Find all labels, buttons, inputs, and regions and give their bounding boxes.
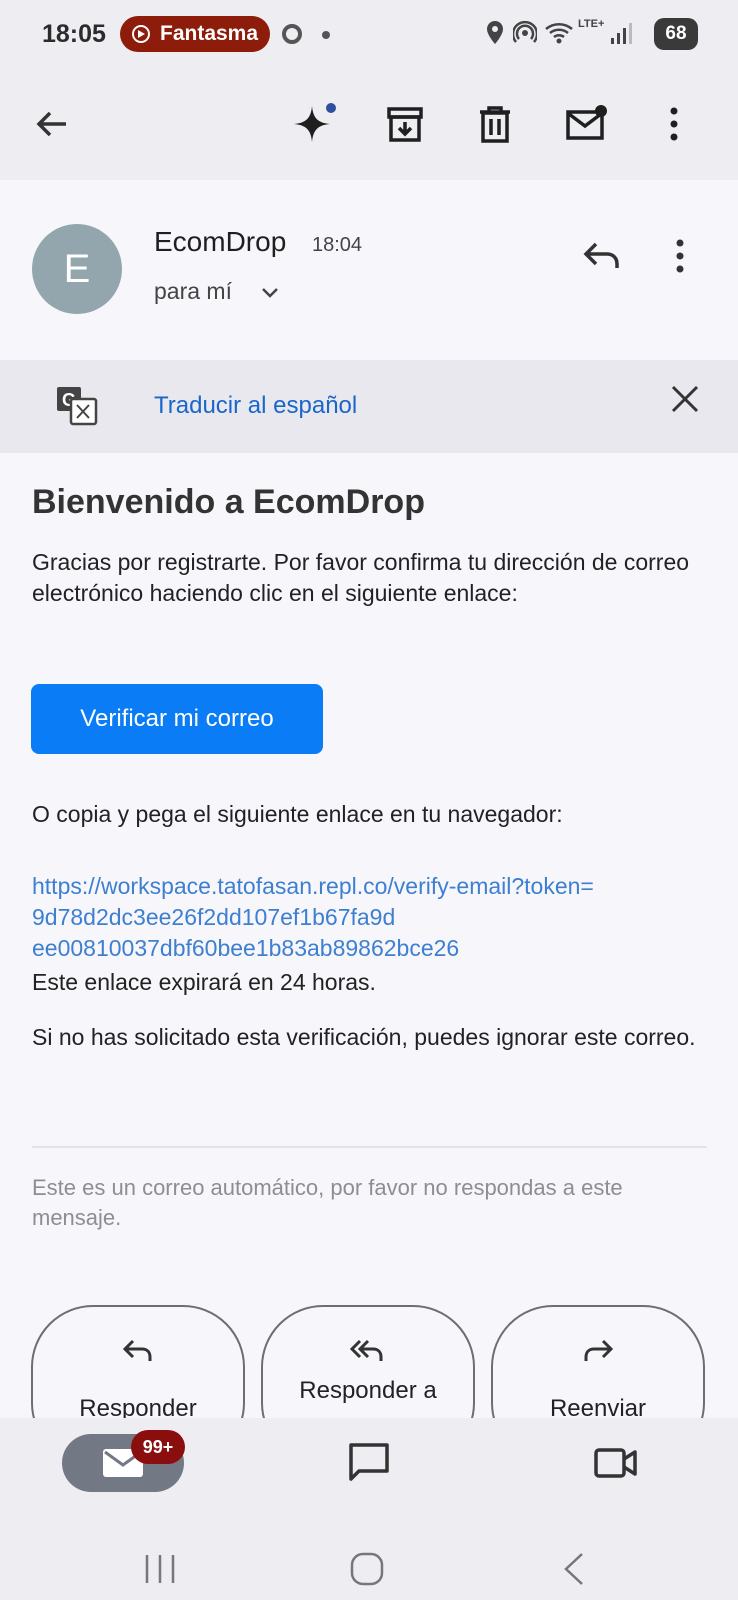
mark-unread-button[interactable] [555,92,619,156]
footer-note: Este es un correo automático, por favor … [32,1175,623,1230]
chat-icon [349,1443,389,1481]
record-icon [132,25,150,43]
forward-icon [584,1339,614,1361]
translate-bar: G Traducir al español [0,360,738,453]
gemini-button[interactable] [282,92,346,156]
battery-level: 68 [654,18,698,50]
more-vert-icon [676,239,684,273]
unread-badge: 99+ [131,1430,185,1464]
back-nav-icon[interactable] [562,1552,586,1586]
link-line: https://workspace.tatofasan.repl.co/veri… [32,873,594,899]
wifi-icon [545,22,573,44]
translate-link[interactable]: Traducir al español [154,392,357,420]
recent-apps-icon[interactable] [144,1552,176,1586]
email-header: E EcomDrop 18:04 para mí [0,180,738,360]
back-button[interactable] [20,92,84,156]
mail-unread-icon [566,105,607,140]
archive-button[interactable] [373,92,437,156]
avatar[interactable]: E [32,224,122,314]
sparkle-icon [294,103,336,142]
reply-all-label: Responder a [299,1377,437,1404]
status-bar: 18:05 Fantasma LTE+ 68 [0,0,738,70]
close-icon[interactable] [670,384,700,414]
reply-icon [583,242,619,268]
archive-icon [387,107,423,142]
divider [32,1146,707,1148]
notification-pill[interactable]: Fantasma [120,16,270,52]
more-vert-icon [670,107,678,141]
link-line: ee00810037dbf60bee1b83ab89862bce26 [32,935,460,961]
hotspot-icon [513,20,537,43]
more-options-button[interactable] [642,92,706,156]
reply-button[interactable] [580,236,630,286]
chevron-down-icon[interactable] [258,280,282,304]
notification-label: Fantasma [160,22,259,45]
verification-link[interactable]: https://workspace.tatofasan.repl.co/veri… [32,871,712,964]
nav-chat-tab[interactable] [348,1442,390,1487]
arrow-left-icon [36,111,66,137]
reply-icon [122,1339,152,1361]
email-body: Bienvenido a EcomDrop Gracias por regist… [0,453,738,1465]
message-more-button[interactable] [674,238,694,282]
verify-email-button[interactable]: Verificar mi correo [31,684,323,754]
sent-time: 18:04 [312,234,363,256]
chrome-icon [282,24,302,44]
sender-name[interactable]: EcomDrop [154,226,286,258]
delete-button[interactable] [463,92,527,156]
bottom-navigation: 99+ [0,1418,738,1600]
ignore-text: Si no has solicitado esta verificación, … [32,1024,696,1050]
link-line: 9d78d2dc3ee26f2dd107ef1b67fa9d [32,904,396,930]
recipient-label[interactable]: para mí [154,278,232,305]
top-app-bar [0,70,738,180]
expiry-text: Este enlace expirará en 24 horas. [32,969,376,995]
copy-instructions: O copia y pega el siguiente enlace en tu… [32,801,563,827]
dot-icon [322,31,330,39]
signal-icon [611,23,632,44]
translate-icon: G [57,387,98,426]
home-icon[interactable] [350,1552,384,1586]
trash-icon [480,106,510,143]
location-icon [487,21,503,44]
status-time: 18:05 [42,20,106,48]
intro-text: Gracias por registrarte. Por favor confi… [32,549,690,606]
email-heading: Bienvenido a EcomDrop [32,483,425,521]
video-icon [594,1448,637,1478]
network-type: LTE+ [578,18,605,30]
reply-all-icon [349,1339,383,1361]
nav-meet-tab[interactable] [594,1442,638,1487]
